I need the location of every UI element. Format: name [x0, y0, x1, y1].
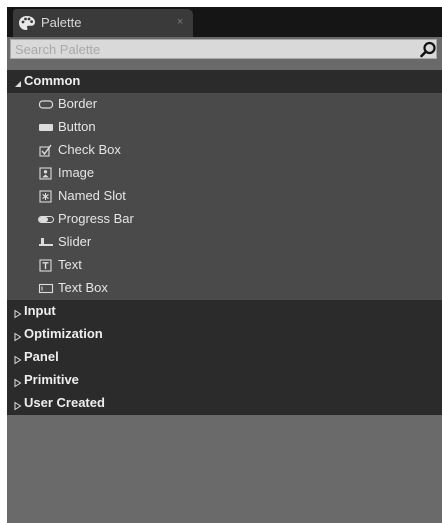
search-icon[interactable]: [420, 41, 437, 58]
widget-item-progress-bar[interactable]: Progress Bar: [7, 208, 442, 231]
category-common-items: Border Button Check Box Image Named Slot…: [7, 93, 442, 300]
category-user-created[interactable]: User Created: [7, 392, 442, 415]
expanded-arrow-icon: [13, 76, 23, 87]
search-input[interactable]: [15, 41, 405, 57]
widget-label: Named Slot: [58, 188, 126, 203]
category-input[interactable]: Input: [7, 300, 442, 323]
tab-palette[interactable]: Palette ×: [13, 9, 193, 37]
palette-tree: Common Border Button Check Box Image Nam…: [7, 70, 442, 415]
collapsed-arrow-icon: [13, 306, 23, 319]
category-label: Common: [24, 73, 81, 88]
category-panel[interactable]: Panel: [7, 346, 442, 369]
widget-item-slider[interactable]: Slider: [7, 231, 442, 254]
category-common[interactable]: Common: [7, 70, 442, 93]
border-icon: [38, 98, 54, 111]
text-box-icon: [38, 282, 54, 295]
category-label: Input: [24, 303, 56, 318]
palette-panel: Common Border Button: [7, 37, 442, 523]
category-label: Optimization: [24, 326, 103, 341]
widget-label: Progress Bar: [58, 211, 134, 226]
button-icon: [38, 121, 54, 134]
search-box: [10, 39, 437, 59]
category-label: User Created: [24, 395, 105, 410]
category-primitive[interactable]: Primitive: [7, 369, 442, 392]
slider-icon: [38, 236, 54, 249]
widget-label: Check Box: [58, 142, 121, 157]
widget-label: Text Box: [58, 280, 108, 295]
progress-bar-icon: [38, 213, 54, 226]
collapsed-arrow-icon: [13, 352, 23, 365]
close-icon[interactable]: ×: [177, 16, 183, 28]
tab-bar: Palette ×: [7, 7, 442, 37]
collapsed-arrow-icon: [13, 398, 23, 411]
widget-item-button[interactable]: Button: [7, 116, 442, 139]
tab-title: Palette: [41, 15, 82, 30]
text-icon: [38, 259, 54, 272]
widget-item-check-box[interactable]: Check Box: [7, 139, 442, 162]
widget-label: Button: [58, 119, 96, 134]
image-icon: [38, 167, 54, 180]
widget-item-text[interactable]: Text: [7, 254, 442, 277]
category-label: Panel: [24, 349, 59, 364]
palette-icon: [18, 14, 36, 32]
checkbox-icon: [38, 144, 54, 157]
widget-label: Slider: [58, 234, 92, 249]
widget-label: Image: [58, 165, 95, 180]
widget-item-image[interactable]: Image: [7, 162, 442, 185]
widget-label: Text: [58, 257, 82, 272]
widget-label: Border: [58, 96, 98, 111]
collapsed-arrow-icon: [13, 375, 23, 388]
widget-item-named-slot[interactable]: Named Slot: [7, 185, 442, 208]
named-slot-icon: [38, 190, 54, 203]
collapsed-arrow-icon: [13, 329, 23, 342]
widget-item-text-box[interactable]: Text Box: [7, 277, 442, 300]
palette-window: Palette × Common: [7, 7, 442, 523]
category-optimization[interactable]: Optimization: [7, 323, 442, 346]
category-label: Primitive: [24, 372, 79, 387]
widget-item-border[interactable]: Border: [7, 93, 442, 116]
